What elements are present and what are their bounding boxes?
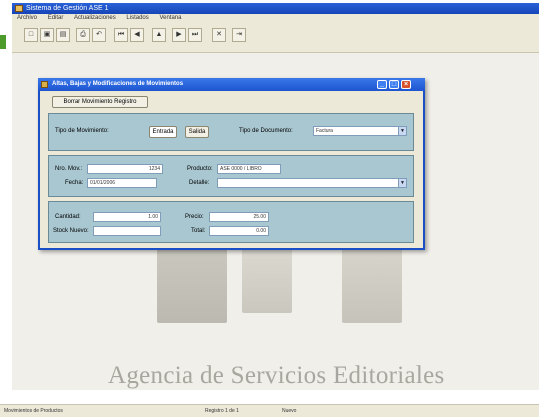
date-label: Fecha: [65, 180, 84, 186]
menu-actualizaciones[interactable]: Actualizaciones [74, 15, 116, 21]
num-mov-label: Nro. Mov.: [55, 166, 83, 172]
num-mov-field[interactable]: 1234 [87, 164, 163, 174]
date-field[interactable]: 01/01/2006 [87, 178, 157, 188]
menubar: Archivo Editar Actualizaciones Listados … [12, 14, 539, 23]
menu-editar[interactable]: Editar [48, 15, 64, 21]
clear-button[interactable]: Borrar Movimiento Registro [52, 96, 148, 108]
chevron-down-icon: ▼ [398, 127, 406, 135]
new-stock-label: Stock Nuevo: [53, 228, 89, 234]
doc-type-label: Tipo de Documento: [239, 128, 293, 134]
exit-button[interactable]: ⇥ [232, 28, 246, 42]
print-icon: ⎙ [80, 31, 86, 38]
status-record: Registro 1 de 1 [205, 408, 239, 414]
price-field[interactable]: 25.00 [209, 212, 269, 222]
undo-button[interactable]: ↶ [92, 28, 106, 42]
minimize-button[interactable]: _ [377, 80, 387, 89]
sidebar-accent [0, 35, 6, 49]
maximize-icon: □ [391, 81, 397, 88]
close-button[interactable]: × [401, 80, 411, 89]
product-field[interactable]: ASE 0000 / LIBRO [217, 164, 281, 174]
previous-record-button[interactable]: ◀ [130, 28, 144, 42]
total-label: Total: [191, 228, 206, 234]
first-record-icon: ⏮ [117, 31, 125, 38]
quantity-field[interactable]: 1.00 [93, 212, 161, 222]
doc-type-value: Factura [316, 128, 333, 134]
previous-record-icon: ◀ [134, 31, 140, 38]
chevron-down-icon: ▼ [398, 179, 406, 187]
toolbar: □ ▣ ▤ ⎙ ↶ ⏮ ◀ ▲ ▶ ⏭ ✕ ⇥ [12, 23, 539, 53]
new-document-icon: □ [28, 31, 34, 38]
status-mode: Nuevo [282, 408, 297, 414]
open-button[interactable]: ▤ [56, 28, 70, 42]
statusbar: Movimientos de Productos Registro 1 de 1… [0, 404, 539, 417]
movements-dialog: Altas, Bajas y Modificaciones de Movimie… [38, 78, 425, 250]
delete-record-button[interactable]: ✕ [212, 28, 226, 42]
find-button[interactable]: ▲ [152, 28, 166, 42]
maximize-button[interactable]: □ [389, 80, 399, 89]
delete-record-icon: ✕ [216, 31, 222, 38]
first-record-button[interactable]: ⏮ [114, 28, 128, 42]
product-label: Producto: [187, 166, 213, 172]
menu-ventana[interactable]: Ventana [159, 15, 181, 21]
open-icon: ▤ [59, 31, 67, 38]
minimize-icon: _ [380, 81, 384, 88]
dialog-body: Borrar Movimiento Registro Tipo de Movim… [40, 91, 423, 248]
status-left: Movimientos de Productos [4, 408, 63, 414]
dialog-title: Altas, Bajas y Modificaciones de Movimie… [52, 81, 184, 87]
entrada-toggle[interactable]: Entrada [149, 126, 177, 138]
save-button[interactable]: ▣ [40, 28, 54, 42]
next-record-button[interactable]: ▶ [172, 28, 186, 42]
dialog-titlebar: Altas, Bajas y Modificaciones de Movimie… [38, 78, 425, 91]
brand-watermark: Agencia de Servicios Editoriales [108, 362, 445, 389]
app-title: Sistema de Gestión ASE 1 [26, 5, 109, 12]
doc-type-select[interactable]: Factura ▼ [313, 126, 407, 136]
new-stock-field[interactable] [93, 226, 161, 236]
new-document-button[interactable]: □ [24, 28, 38, 42]
app-titlebar: Sistema de Gestión ASE 1 [12, 3, 539, 14]
print-button[interactable]: ⎙ [76, 28, 90, 42]
totals-group: Cantidad: 1.00 Stock Nuevo: Precio: 25.0… [48, 201, 414, 243]
last-record-button[interactable]: ⏭ [188, 28, 202, 42]
total-field[interactable]: 0.00 [209, 226, 269, 236]
exit-icon: ⇥ [236, 31, 242, 38]
dialog-icon [41, 81, 48, 88]
last-record-icon: ⏭ [191, 31, 199, 38]
detail-select[interactable]: ▼ [217, 178, 407, 188]
salida-toggle[interactable]: Salida [185, 126, 209, 138]
quantity-label: Cantidad: [55, 214, 81, 220]
detail-label: Detalle: [189, 180, 210, 186]
price-label: Precio: [185, 214, 204, 220]
close-icon: × [403, 81, 409, 88]
app-icon [15, 5, 23, 12]
menu-archivo[interactable]: Archivo [17, 15, 37, 21]
undo-icon: ↶ [96, 31, 102, 38]
movement-type-group: Tipo de Movimiento: Entrada Salida Tipo … [48, 113, 414, 151]
menu-listados[interactable]: Listados [126, 15, 148, 21]
movement-type-label: Tipo de Movimiento: [55, 128, 109, 134]
find-icon: ▲ [155, 31, 163, 38]
save-icon: ▣ [43, 31, 51, 38]
product-group: Nro. Mov.: 1234 Fecha: 01/01/2006 Produc… [48, 155, 414, 197]
next-record-icon: ▶ [176, 31, 182, 38]
